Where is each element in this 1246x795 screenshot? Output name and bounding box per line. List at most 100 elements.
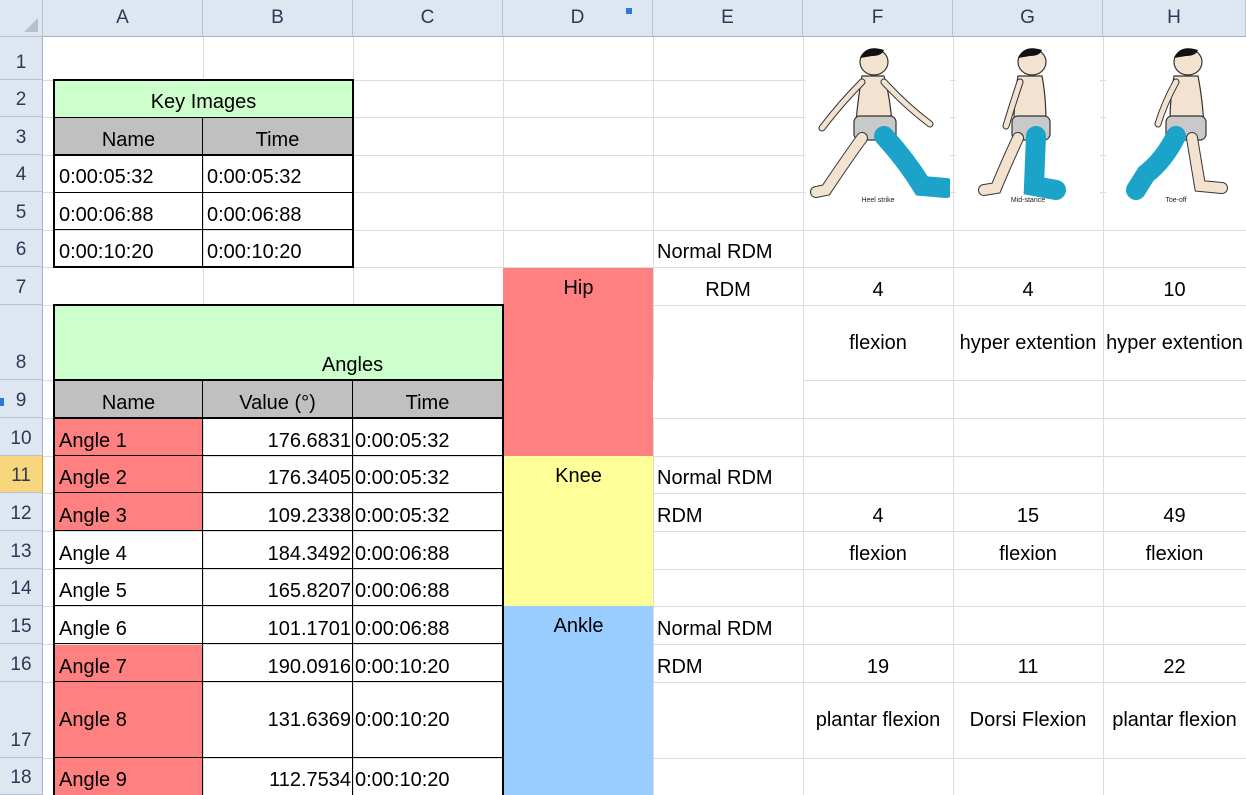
ankle-toe-off-motion[interactable]: plantar flexion [1103, 682, 1246, 758]
row-header-14[interactable]: 14 [0, 569, 43, 606]
hip-rdm-label[interactable]: RDM [653, 267, 803, 305]
row-header-8[interactable]: 8 [0, 305, 43, 380]
knee-toe-off-motion[interactable]: flexion [1103, 531, 1246, 569]
knee-label[interactable]: Knee [504, 456, 653, 606]
angle-time-cell[interactable]: 0:00:05:32 [353, 419, 502, 456]
angle-name-cell[interactable]: Angle 7 [55, 644, 202, 682]
angle-time-cell[interactable]: 0:00:06:88 [353, 606, 502, 644]
knee-toe-off-value[interactable]: 49 [1103, 493, 1246, 531]
heel-strike-image: Heel strike [806, 40, 950, 212]
toe-off-image: Toe-off [1106, 40, 1246, 212]
angle-name-cell[interactable]: Angle 2 [55, 456, 202, 493]
angle-name-cell[interactable]: Angle 4 [55, 531, 202, 569]
hip-mid-stance-motion[interactable]: hyper extention [953, 305, 1103, 380]
angle-name-cell[interactable]: Angle 1 [55, 419, 202, 456]
row-header-1[interactable]: 1 [0, 37, 43, 80]
angle-name-cell[interactable]: Angle 9 [55, 758, 202, 795]
angle-value-cell[interactable]: 184.3492 [203, 531, 353, 569]
row-header-9[interactable]: 9 [0, 380, 43, 418]
key-image-time-cell[interactable]: 0:00:06:88 [203, 193, 352, 230]
row-header-2[interactable]: 2 [0, 80, 43, 117]
key-image-name-cell[interactable]: 0:00:05:32 [55, 156, 202, 192]
row-header-13[interactable]: 13 [0, 531, 43, 569]
knee-mid-stance-value[interactable]: 15 [953, 493, 1103, 531]
angle-value-cell[interactable]: 176.6831 [203, 419, 353, 456]
row-header-16[interactable]: 16 [0, 644, 43, 682]
hip-toe-off-value[interactable]: 10 [1103, 267, 1246, 305]
key-image-time-cell[interactable]: 0:00:10:20 [203, 230, 352, 267]
angle-value-cell[interactable]: 101.1701 [203, 606, 353, 644]
column-header-b[interactable]: B [203, 0, 353, 37]
ankle-heel-strike-motion[interactable]: plantar flexion [803, 682, 953, 758]
column-header-c[interactable]: C [353, 0, 503, 37]
angle-value-cell[interactable]: 112.7534 [203, 758, 353, 795]
angle-value-cell[interactable]: 165.8207 [203, 569, 353, 606]
heel-strike-caption: Heel strike [861, 197, 894, 204]
hip-mid-stance-value[interactable]: 4 [953, 267, 1103, 305]
angle-value-cell[interactable]: 109.2338 [203, 493, 353, 531]
ankle-toe-off-value[interactable]: 22 [1103, 644, 1246, 682]
ankle-mid-stance-value[interactable]: 11 [953, 644, 1103, 682]
normal-rdm-label[interactable]: Normal RDM [653, 230, 813, 267]
angle-name-cell[interactable]: Angle 6 [55, 606, 202, 644]
row-header-11[interactable]: 11 [0, 456, 43, 493]
ankle-rdm-label[interactable]: RDM [653, 644, 803, 682]
row-header-7[interactable]: 7 [0, 267, 43, 305]
normal-rdm-label[interactable]: Normal RDM [653, 606, 813, 644]
angle-name-cell[interactable]: Angle 5 [55, 569, 202, 606]
angle-name-cell[interactable]: Angle 3 [55, 493, 202, 531]
row-resize-marker [0, 398, 4, 406]
hip-label[interactable]: Hip [504, 268, 653, 456]
hip-heel-strike-motion[interactable]: flexion [803, 305, 953, 380]
ankle-label[interactable]: Ankle [504, 606, 653, 795]
angles-name-header: Name [101, 392, 156, 414]
row-header-12[interactable]: 12 [0, 493, 43, 531]
row-header-4[interactable]: 4 [0, 155, 43, 192]
row-header-6[interactable]: 6 [0, 230, 43, 267]
row-header-18[interactable]: 18 [0, 758, 43, 795]
column-header-e[interactable]: E [653, 0, 803, 37]
row-header-10[interactable]: 10 [0, 418, 43, 456]
column-header-d[interactable]: D [503, 0, 653, 37]
angle-time-cell[interactable]: 0:00:06:88 [353, 531, 502, 569]
row-header-17[interactable]: 17 [0, 682, 43, 758]
toe-off-caption: Toe-off [1165, 197, 1186, 204]
ankle-heel-strike-value[interactable]: 19 [803, 644, 953, 682]
angles-time-header: Time [405, 392, 450, 414]
hip-heel-strike-value[interactable]: 4 [803, 267, 953, 305]
angle-time-cell[interactable]: 0:00:05:32 [353, 456, 502, 493]
angle-time-cell[interactable]: 0:00:05:32 [353, 493, 502, 531]
column-header-g[interactable]: G [953, 0, 1103, 37]
angles-value-header: Value (°) [239, 392, 316, 414]
knee-mid-stance-motion[interactable]: flexion [953, 531, 1103, 569]
angle-time-cell[interactable]: 0:00:10:20 [353, 644, 502, 682]
angles-title: Angles [321, 354, 384, 376]
row-header-5[interactable]: 5 [0, 192, 43, 230]
hip-toe-off-motion[interactable]: hyper extention [1103, 305, 1246, 380]
angle-value-cell[interactable]: 176.3405 [203, 456, 353, 493]
angle-time-cell[interactable]: 0:00:10:20 [353, 758, 502, 795]
ankle-mid-stance-motion[interactable]: Dorsi Flexion [953, 682, 1103, 758]
column-header-f[interactable]: F [803, 0, 953, 37]
knee-rdm-label[interactable]: RDM [653, 493, 803, 531]
angle-time-cell[interactable]: 0:00:10:20 [353, 682, 502, 758]
column-header-a[interactable]: A [43, 0, 203, 37]
mid-stance-caption: Mid-stance [1011, 197, 1045, 204]
key-image-name-cell[interactable]: 0:00:06:88 [55, 193, 202, 230]
key-images-time-header: Time [255, 129, 300, 151]
row-header-15[interactable]: 15 [0, 606, 43, 644]
angle-time-cell[interactable]: 0:00:06:88 [353, 569, 502, 606]
row-header-3[interactable]: 3 [0, 117, 43, 155]
angle-value-cell[interactable]: 190.0916 [203, 644, 353, 682]
key-image-name-cell[interactable]: 0:00:10:20 [55, 230, 202, 267]
angle-name-cell[interactable]: Angle 8 [55, 682, 202, 758]
key-image-time-cell[interactable]: 0:00:05:32 [203, 156, 352, 192]
column-resize-marker [626, 8, 632, 14]
knee-heel-strike-value[interactable]: 4 [803, 493, 953, 531]
column-header-h[interactable]: H [1103, 0, 1246, 37]
knee-heel-strike-motion[interactable]: flexion [803, 531, 953, 569]
select-all-corner[interactable] [0, 0, 43, 37]
spreadsheet-grid[interactable]: A B C D E F G H 1 2 3 4 5 6 7 8 9 10 11 … [0, 0, 1246, 795]
angle-value-cell[interactable]: 131.6369 [203, 682, 353, 758]
normal-rdm-label[interactable]: Normal RDM [653, 456, 813, 493]
